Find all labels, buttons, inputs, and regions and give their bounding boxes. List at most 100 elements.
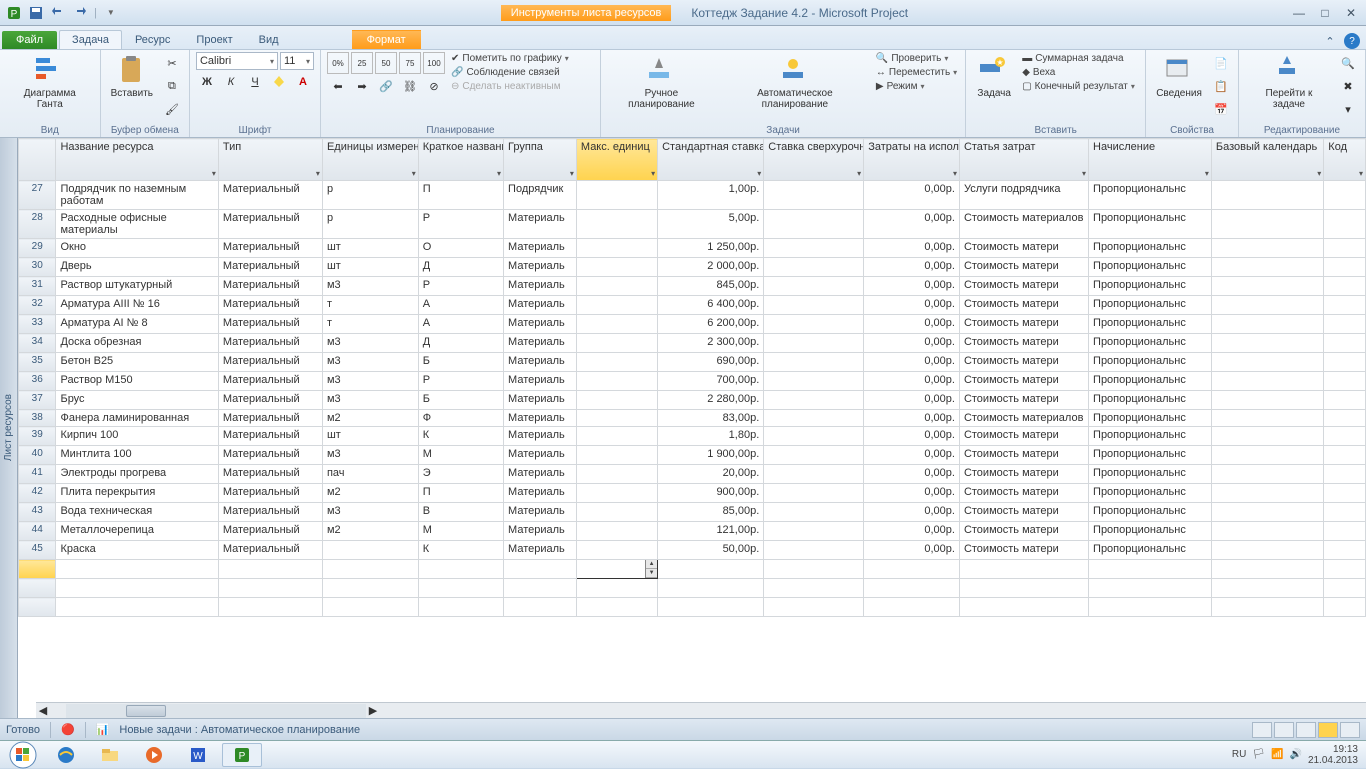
cell[interactable] — [504, 560, 577, 579]
cell[interactable]: Материаль — [504, 503, 577, 522]
table-row[interactable]: 38Фанера ламинированнаяМатериальныйм2ФМа… — [19, 410, 1366, 427]
filter-arrow-icon[interactable]: ▾ — [412, 169, 416, 178]
cell[interactable]: Пропорциональнс — [1089, 258, 1212, 277]
fill-icon[interactable]: ▾ — [1337, 98, 1359, 120]
cell[interactable]: Д — [418, 258, 503, 277]
cell[interactable] — [576, 296, 657, 315]
cell[interactable] — [56, 598, 218, 617]
cell[interactable]: Ф — [418, 410, 503, 427]
cell[interactable] — [1324, 181, 1366, 210]
cell[interactable]: 2 000,00р. — [658, 258, 764, 277]
cell[interactable] — [1211, 210, 1323, 239]
cell[interactable] — [1324, 391, 1366, 410]
col-header-8[interactable]: Ставка сверхурочных▾ — [764, 139, 864, 181]
cell[interactable]: Стоимость матери — [959, 503, 1088, 522]
mark-on-track-button[interactable]: ✔Пометить по графику▾ — [449, 52, 571, 65]
inspect-button[interactable]: 🔍Проверить▾ — [874, 52, 959, 65]
col-header-4[interactable]: Краткое название▾ — [418, 139, 503, 181]
cell[interactable] — [959, 598, 1088, 617]
cell[interactable]: 0,00р. — [864, 210, 960, 239]
respect-links-button[interactable]: 🔗Соблюдение связей — [449, 66, 571, 79]
cell[interactable]: Материальный — [218, 315, 322, 334]
cell[interactable]: Расходные офисные материалы — [56, 210, 218, 239]
cell[interactable] — [1211, 427, 1323, 446]
cell[interactable]: Материальный — [218, 239, 322, 258]
horizontal-scrollbar[interactable]: ◀ ▶ — [36, 702, 1366, 718]
help-icon[interactable]: ? — [1344, 33, 1360, 49]
cell[interactable]: 0,00р. — [864, 372, 960, 391]
maximize-button[interactable]: □ — [1314, 5, 1336, 21]
filter-arrow-icon[interactable]: ▾ — [1317, 169, 1321, 178]
cell[interactable]: Кирпич 100 — [56, 427, 218, 446]
cell[interactable]: П — [418, 181, 503, 210]
cell[interactable] — [1324, 579, 1366, 598]
cell[interactable]: Минтлита 100 — [56, 446, 218, 465]
new-tasks-mode-icon[interactable]: 📊 — [96, 723, 110, 736]
cell[interactable]: Б — [418, 391, 503, 410]
cell[interactable] — [218, 560, 322, 579]
pct-75-icon[interactable]: 75 — [399, 52, 421, 74]
cell[interactable] — [576, 522, 657, 541]
cell[interactable] — [1211, 353, 1323, 372]
find-icon[interactable]: 🔍 — [1337, 52, 1359, 74]
col-header-6[interactable]: Макс. единиц▾ — [576, 139, 657, 181]
cell[interactable]: Материаль — [504, 465, 577, 484]
macro-icon[interactable]: 🔴 — [61, 723, 75, 736]
cell[interactable]: 0,00р. — [864, 503, 960, 522]
cell[interactable] — [576, 277, 657, 296]
cell[interactable]: т — [322, 315, 418, 334]
mode-button[interactable]: ▶Режим▾ — [874, 80, 959, 93]
cell[interactable]: м3 — [322, 353, 418, 372]
cell[interactable]: м2 — [322, 522, 418, 541]
table-row[interactable]: 39Кирпич 100МатериальныйштКМатериаль1,80… — [19, 427, 1366, 446]
tab-0[interactable]: Задача — [59, 30, 122, 49]
row-number[interactable]: 27 — [19, 181, 56, 210]
cell[interactable]: Стоимость матери — [959, 277, 1088, 296]
cell[interactable] — [1211, 372, 1323, 391]
cell[interactable]: Материальный — [218, 334, 322, 353]
cell[interactable]: Материальный — [218, 522, 322, 541]
cell[interactable]: 0,00р. — [864, 258, 960, 277]
row-number[interactable]: 33 — [19, 315, 56, 334]
cell[interactable]: 0,00р. — [864, 541, 960, 560]
cell[interactable]: м3 — [322, 503, 418, 522]
save-icon[interactable] — [26, 3, 46, 23]
cell[interactable]: Стоимость матери — [959, 446, 1088, 465]
cell[interactable] — [1324, 372, 1366, 391]
cell[interactable] — [764, 579, 864, 598]
cell[interactable]: м2 — [322, 484, 418, 503]
cell[interactable]: Арматура AI № 8 — [56, 315, 218, 334]
cell[interactable] — [1324, 353, 1366, 372]
filter-arrow-icon[interactable]: ▾ — [953, 169, 957, 178]
tab-format[interactable]: Формат — [352, 30, 421, 49]
cell[interactable]: Пропорциональнс — [1089, 277, 1212, 296]
cell[interactable]: В — [418, 503, 503, 522]
col-header-13[interactable]: Код▾ — [1324, 139, 1366, 181]
row-number[interactable]: 40 — [19, 446, 56, 465]
cell[interactable]: Раствор М150 — [56, 372, 218, 391]
filter-arrow-icon[interactable]: ▾ — [212, 169, 216, 178]
cell[interactable] — [576, 446, 657, 465]
cell[interactable]: Стоимость матери — [959, 296, 1088, 315]
row-number[interactable]: 43 — [19, 503, 56, 522]
cell[interactable] — [1211, 315, 1323, 334]
taskbar-word-icon[interactable]: W — [178, 743, 218, 767]
cell[interactable]: 2 300,00р. — [658, 334, 764, 353]
cell[interactable]: 85,00р. — [658, 503, 764, 522]
cell[interactable]: Материаль — [504, 427, 577, 446]
pct-100-icon[interactable]: 100 — [423, 52, 445, 74]
cell[interactable]: Окно — [56, 239, 218, 258]
cell[interactable]: М — [418, 446, 503, 465]
filter-arrow-icon[interactable]: ▾ — [497, 169, 501, 178]
cell[interactable] — [1324, 560, 1366, 579]
filter-arrow-icon[interactable]: ▾ — [316, 169, 320, 178]
redo-icon[interactable] — [70, 3, 90, 23]
cell[interactable]: т — [322, 296, 418, 315]
row-number[interactable]: 34 — [19, 334, 56, 353]
cell[interactable]: Пропорциональнс — [1089, 239, 1212, 258]
link-icon[interactable]: 🔗 — [375, 75, 397, 97]
taskbar-project-icon[interactable]: P — [222, 743, 262, 767]
cell[interactable]: 0,00р. — [864, 427, 960, 446]
table-row[interactable]: 40Минтлита 100Материальныйм3ММатериаль1 … — [19, 446, 1366, 465]
row-number[interactable]: 45 — [19, 541, 56, 560]
